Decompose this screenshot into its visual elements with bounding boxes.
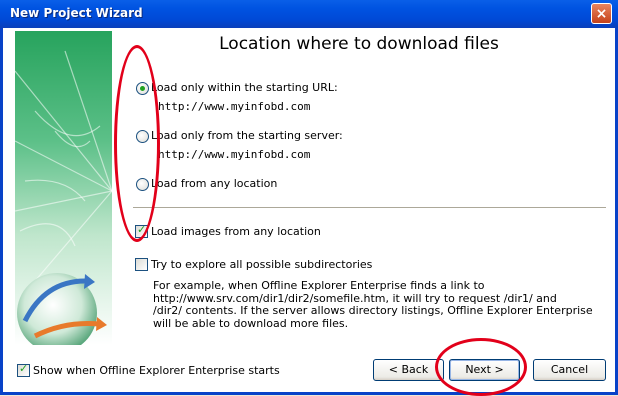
window-title: New Project Wizard <box>10 6 143 20</box>
back-button[interactable]: < Back <box>373 359 444 381</box>
checkbox-explore-subdirectories[interactable] <box>135 258 148 271</box>
globe-arrows-banner-icon <box>15 31 112 345</box>
annotation-ellipse-radios <box>114 45 160 242</box>
close-button[interactable]: × <box>591 3 612 24</box>
page-title: Location where to download files <box>219 34 499 54</box>
subdirectories-explanation: For example, when Offline Explorer Enter… <box>153 279 613 330</box>
cancel-button[interactable]: Cancel <box>533 359 606 381</box>
title-bar[interactable]: New Project Wizard × <box>0 0 618 28</box>
radio-starting-server-label[interactable]: Load only from the starting server: <box>151 129 343 142</box>
note-line: will be able to download more files. <box>153 316 349 330</box>
checkbox-load-images-label[interactable]: Load images from any location <box>151 225 321 238</box>
close-icon: × <box>595 6 608 22</box>
checkbox-explore-subdirectories-label[interactable]: Try to explore all possible subdirectori… <box>151 258 372 271</box>
radio-any-location-label[interactable]: Load from any location <box>151 177 277 190</box>
wizard-content: Location where to download files Load on… <box>3 28 615 396</box>
wizard-window: New Project Wizard × Location where to d… <box>0 0 618 396</box>
annotation-ellipse-next <box>435 338 527 396</box>
checkbox-show-on-start-label[interactable]: Show when Offline Explorer Enterprise st… <box>33 364 280 377</box>
starting-url-value: http://www.myinfobd.com <box>158 100 311 113</box>
note-line: /dir2/ contents. If the server allows di… <box>153 304 593 317</box>
separator <box>133 207 606 209</box>
radio-within-starting-url-label[interactable]: Load only within the starting URL: <box>151 81 338 94</box>
note-line: For example, when Offline Explorer Enter… <box>153 279 485 292</box>
checkbox-show-on-start[interactable] <box>17 362 30 377</box>
starting-server-value: http://www.myinfobd.com <box>158 148 311 161</box>
